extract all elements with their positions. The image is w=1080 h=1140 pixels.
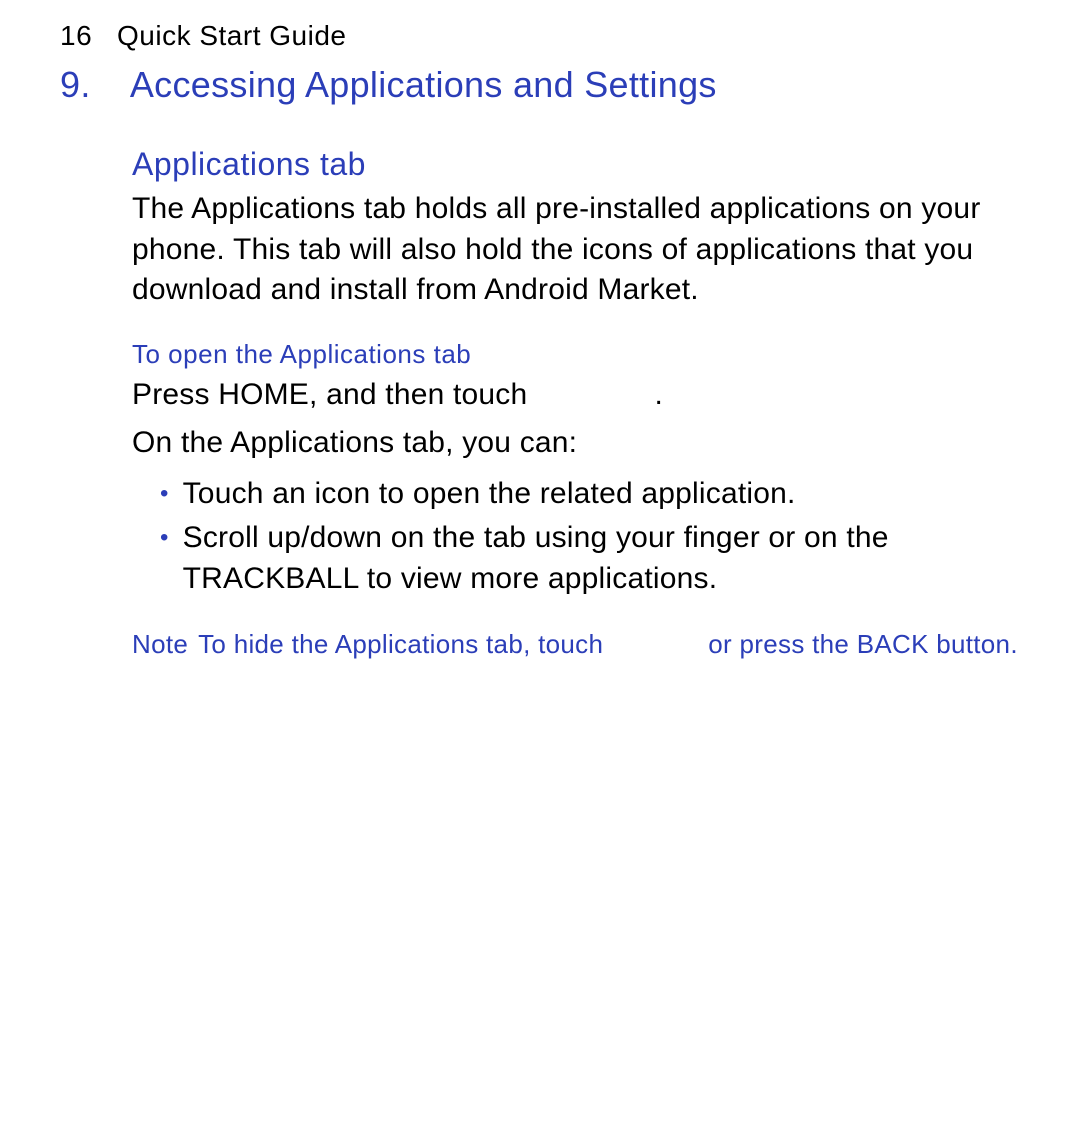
list-item-text: Touch an icon to open the related applic…	[183, 474, 796, 515]
subsection-heading: Applications tab	[132, 146, 1020, 183]
section-title: Accessing Applications and Settings	[130, 64, 717, 105]
section-number: 9.	[60, 64, 91, 105]
note-label: Note	[132, 627, 188, 662]
instruction-line-1-pre: Press HOME, and then touch	[132, 378, 527, 411]
instruction-heading: To open the Applications tab	[132, 339, 1020, 370]
instruction-line-1: Press HOME, and then touch .	[132, 378, 1020, 412]
page-header: 16 Quick Start Guide	[60, 20, 1020, 52]
note-text-pre: To hide the Applications tab, touch	[198, 629, 603, 659]
note-text: To hide the Applications tab, touch or p…	[198, 627, 1018, 662]
note-block: Note To hide the Applications tab, touch…	[132, 627, 1020, 662]
instruction-line-1-post: .	[654, 378, 663, 411]
instruction-line-2: On the Applications tab, you can:	[132, 426, 1020, 460]
doc-title: Quick Start Guide	[117, 20, 346, 51]
list-item: • Scroll up/down on the tab using your f…	[160, 518, 1020, 599]
bullet-list: • Touch an icon to open the related appl…	[160, 474, 1020, 600]
list-item: • Touch an icon to open the related appl…	[160, 474, 1020, 515]
bullet-icon: •	[160, 518, 169, 559]
section-heading: 9. Accessing Applications and Settings	[60, 64, 1020, 106]
page-number: 16	[60, 20, 92, 51]
note-text-post: or press the BACK button.	[708, 629, 1018, 659]
list-item-text: Scroll up/down on the tab using your fin…	[183, 518, 1020, 599]
subsection-body: The Applications tab holds all pre-insta…	[132, 189, 1020, 311]
bullet-icon: •	[160, 474, 169, 515]
